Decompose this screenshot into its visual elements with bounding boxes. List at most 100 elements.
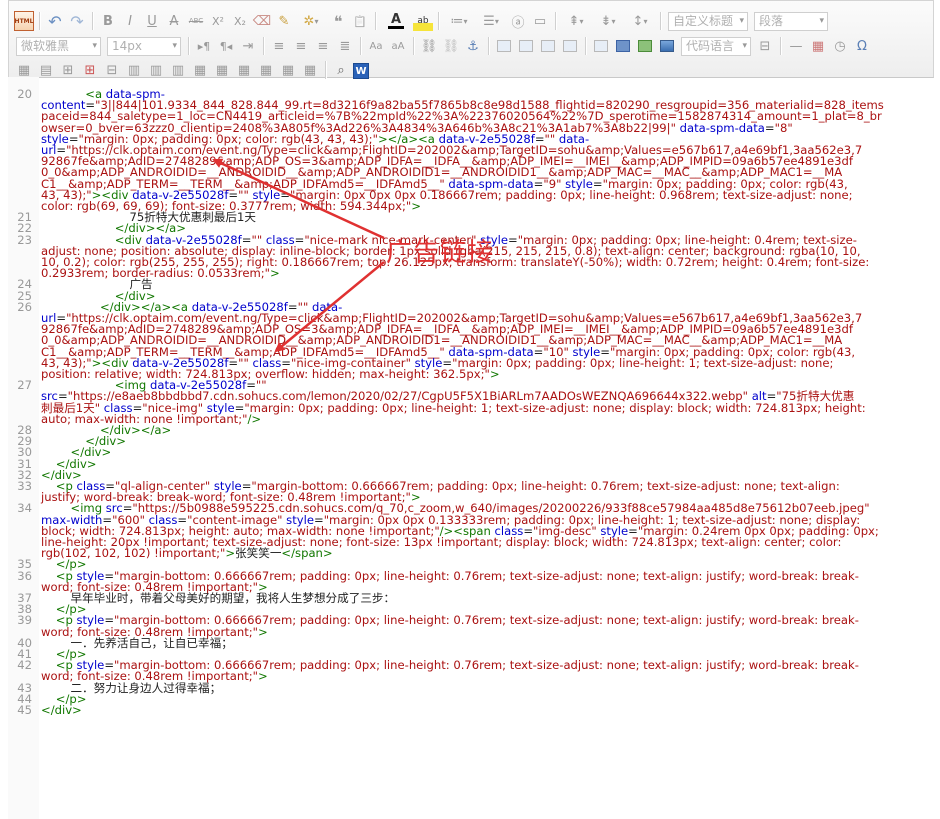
code-line: </div>	[41, 704, 82, 716]
lowercase-button[interactable]: aA	[388, 36, 408, 56]
align-right-button[interactable]: ≡	[313, 36, 333, 56]
clear-doc-icon: ▭	[533, 13, 547, 29]
line-number: 45	[17, 703, 32, 717]
align-left-button[interactable]: ≡	[269, 36, 289, 56]
italic-button[interactable]: I	[120, 11, 140, 31]
paragraph-select[interactable]: 段落 ▾	[754, 11, 828, 31]
image-none-icon	[497, 40, 511, 52]
superscript-button[interactable]: X²	[208, 11, 228, 31]
toolbar-separator	[39, 12, 40, 30]
image-float-left-button[interactable]	[516, 36, 536, 56]
html-icon: HTML	[14, 17, 34, 25]
subscript-button[interactable]: X₂	[230, 11, 250, 31]
line-number: 36	[17, 568, 32, 583]
code-language-select[interactable]: 代码语言 ▾	[681, 36, 751, 56]
special-char-button[interactable]: Ω	[852, 36, 872, 56]
select-all-icon: ⓐ	[511, 15, 525, 31]
font-size-value: 14px	[112, 38, 142, 53]
line-height-button[interactable]: ↕ ▾	[625, 11, 655, 31]
picture-icon	[660, 40, 674, 52]
page-break-button[interactable]: ⊟	[755, 36, 775, 56]
date-button[interactable]: ▦	[808, 36, 828, 56]
horizontal-rule-button[interactable]: —	[786, 36, 806, 56]
image-center-button[interactable]	[560, 36, 580, 56]
ordered-list-button[interactable]: ≔ ▾	[444, 11, 474, 31]
code-line: 早年毕业时，带着父母美好的期望，我将人生梦想分成了三步：	[41, 592, 395, 604]
abc-icon: ABC	[188, 17, 204, 25]
insert-video-button[interactable]	[635, 36, 655, 56]
case-button[interactable]: Aa	[366, 36, 386, 56]
code-token: />	[247, 411, 262, 426]
highlight-icon: ab	[417, 16, 429, 26]
select-all-button[interactable]: ⓐ	[508, 11, 528, 31]
time-button[interactable]: ◷	[830, 36, 850, 56]
font-family-select[interactable]: 微软雅黑 ▾	[16, 36, 101, 56]
line-number-gutter: 20 21 22 23 24 25 26 27 28 29 30 31 32 33 34 35 36 37 38 39…	[8, 77, 39, 819]
unlink-icon: ⛓	[442, 38, 460, 54]
align-justify-button[interactable]: ≣	[335, 36, 355, 56]
code-token: >	[258, 624, 268, 639]
strikethrough-icon: A	[169, 13, 179, 29]
paste-text-button[interactable]: 📋	[350, 11, 370, 31]
binoculars-icon: ⌕	[337, 62, 345, 78]
chevron-down-icon: ▾	[643, 16, 648, 26]
underline-button[interactable]: U	[142, 11, 162, 31]
chevron-down-icon: ▾	[579, 16, 584, 26]
paragraph-spacing-bottom-button[interactable]: ⇟ ▾	[593, 11, 623, 31]
insert-multi-image-button[interactable]	[613, 36, 633, 56]
insert-image-button[interactable]	[591, 36, 611, 56]
font-size-select[interactable]: 14px ▾	[107, 36, 181, 56]
image-left-icon	[519, 40, 533, 52]
anchor-button[interactable]: ⚓	[463, 36, 483, 56]
ad-link-annotation-label: 广告链接	[386, 238, 495, 268]
multi-image-icon	[616, 40, 630, 52]
chevron-down-icon: ▾	[494, 16, 499, 26]
undo-button[interactable]: ↶	[45, 11, 65, 31]
quote-icon: ❝	[333, 11, 343, 31]
highlight-button[interactable]: ab	[413, 11, 433, 31]
code-token: =	[764, 120, 775, 135]
code-token: "8"	[774, 120, 793, 135]
custom-title-select[interactable]: 自定义标题 ▾	[668, 11, 748, 31]
image-center-icon	[563, 40, 577, 52]
italic-icon: I	[128, 13, 132, 29]
image-float-right-button[interactable]	[538, 36, 558, 56]
code-token: </span>	[281, 546, 333, 561]
clear-doc-button[interactable]: ▭	[530, 11, 550, 31]
abc-button[interactable]: ABC	[186, 11, 206, 31]
toolbar-row-1: HTML ↶ ↷ B I U A ABC X² X₂ ⌫ ✎ ✲ ▾ ❝ 📋 A …	[13, 9, 831, 33]
rtl-button[interactable]: ¶◂	[216, 36, 236, 56]
font-family-value: 微软雅黑	[21, 38, 70, 53]
strikethrough-button[interactable]: A	[164, 11, 184, 31]
paragraph-spacing-bottom-icon: ⇟	[600, 13, 612, 29]
format-painter-button[interactable]: ✎	[274, 11, 294, 31]
font-color-button[interactable]: A	[381, 11, 411, 31]
image-float-none-button[interactable]	[494, 36, 514, 56]
code-token: >	[270, 266, 280, 281]
redo-button[interactable]: ↷	[67, 11, 87, 31]
unlink-button[interactable]: ⛓	[441, 36, 461, 56]
auto-format-button[interactable]: ✲ ▾	[296, 11, 326, 31]
align-center-button[interactable]: ≡	[291, 36, 311, 56]
html-source-button[interactable]: HTML	[14, 11, 34, 31]
image-icon	[594, 40, 608, 52]
insert-picture-button[interactable]	[657, 36, 677, 56]
toolbar-separator	[438, 12, 439, 30]
unordered-list-button[interactable]: ☰ ▾	[476, 11, 506, 31]
link-button[interactable]: ⛓	[419, 36, 439, 56]
font-color-icon: A	[390, 11, 402, 27]
chevron-down-icon: ▾	[92, 40, 97, 51]
indent-button[interactable]: ⇥	[238, 36, 258, 56]
bold-button[interactable]: B	[98, 11, 118, 31]
chevron-down-icon: ▾	[314, 16, 319, 26]
paste-text-icon: 📋	[353, 14, 367, 28]
eraser-icon: ⌫	[252, 13, 272, 29]
code-language-value: 代码语言	[686, 38, 735, 53]
code-view[interactable]: 20 21 22 23 24 25 26 27 28 29 30 31 32 33 34 35 36 37 38 39…	[8, 77, 933, 819]
paragraph-spacing-top-button[interactable]: ⇞ ▾	[561, 11, 591, 31]
line-number: 20	[17, 87, 32, 101]
ltr-button[interactable]: ▸¶	[194, 36, 214, 56]
eraser-button[interactable]: ⌫	[252, 11, 272, 31]
line-number: 26	[17, 299, 32, 314]
blockquote-button[interactable]: ❝	[328, 11, 348, 31]
